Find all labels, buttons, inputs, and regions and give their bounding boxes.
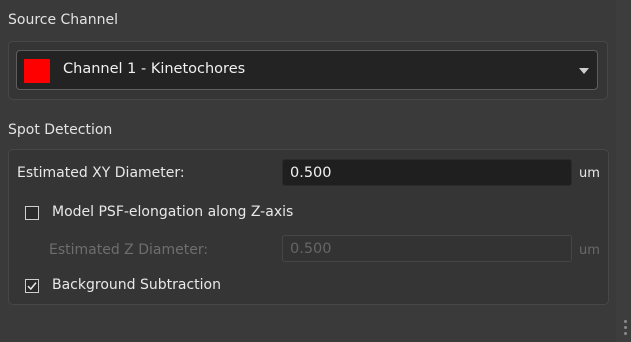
psf-elongation-checkbox[interactable] — [25, 206, 39, 220]
scrollbar-track[interactable] — [616, 0, 631, 342]
z-diameter-unit: um — [579, 243, 600, 258]
z-diameter-label: Estimated Z Diameter: — [49, 242, 209, 258]
xy-diameter-label: Estimated XY Diameter: — [17, 165, 185, 181]
psf-elongation-label[interactable]: Model PSF-elongation along Z-axis — [52, 204, 293, 220]
chevron-down-icon — [579, 68, 589, 74]
channel-color-swatch — [24, 59, 50, 83]
xy-diameter-input[interactable]: 0.500 — [282, 159, 572, 186]
source-channel-title: Source Channel — [8, 12, 119, 28]
resize-grip-icon[interactable] — [624, 320, 628, 340]
background-subtraction-checkbox[interactable] — [25, 279, 39, 293]
checkmark-icon — [27, 282, 37, 291]
background-subtraction-label[interactable]: Background Subtraction — [52, 277, 221, 293]
z-diameter-input: 0.500 — [282, 235, 572, 262]
channel-dropdown[interactable]: Channel 1 - Kinetochores — [16, 50, 598, 90]
settings-panel: Source Channel Channel 1 - Kinetochores … — [0, 0, 616, 342]
xy-diameter-unit: um — [579, 166, 600, 181]
channel-dropdown-value: Channel 1 - Kinetochores — [63, 61, 246, 77]
spot-detection-title: Spot Detection — [8, 122, 113, 138]
